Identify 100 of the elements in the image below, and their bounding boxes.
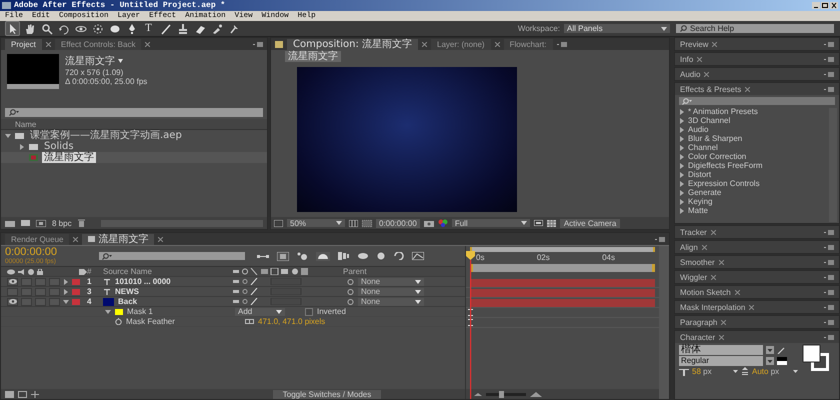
parent-dropdown[interactable]: None — [358, 278, 424, 286]
workspace-dropdown[interactable]: All Panels — [564, 24, 670, 33]
tool-button[interactable] — [6, 22, 19, 35]
panel-tab[interactable]: Audio — [680, 70, 700, 78]
panel-tab[interactable]: Character — [680, 332, 716, 342]
live-update-icon[interactable] — [277, 252, 289, 260]
tool-button[interactable] — [159, 22, 172, 35]
disclosure-triangle-icon[interactable] — [19, 144, 25, 150]
constrain-proportions-icon[interactable] — [245, 319, 254, 324]
shy-layers-icon[interactable] — [316, 252, 330, 260]
panel-tab[interactable]: Preview — [680, 40, 708, 48]
transfer-controls-icon[interactable] — [18, 390, 27, 398]
panel-menu-icon[interactable] — [824, 334, 834, 340]
resolution-dropdown[interactable]: Full — [452, 219, 530, 227]
effect-category[interactable]: Expression Controls — [679, 179, 827, 188]
panel-tab[interactable]: Wiggler — [680, 272, 708, 282]
audio-toggle[interactable] — [21, 298, 32, 306]
effect-category[interactable]: Blur & Sharpen — [679, 134, 827, 143]
effect-category[interactable]: Audio — [679, 125, 827, 134]
column-header[interactable]: # — [87, 267, 103, 276]
disclosure-triangle-icon[interactable] — [105, 308, 111, 314]
in-out-icon[interactable] — [31, 390, 39, 398]
tool-button[interactable] — [176, 22, 189, 35]
layer-name[interactable]: 101010 ... 0000 — [115, 277, 171, 286]
panel-tab[interactable]: Paragraph — [680, 318, 718, 326]
layer-name[interactable]: Back — [118, 297, 138, 306]
transparency-grid-icon[interactable] — [546, 220, 556, 226]
panel-menu-icon[interactable] — [824, 86, 834, 92]
disclosure-triangle-icon[interactable] — [63, 278, 69, 284]
column-header[interactable]: Name — [15, 120, 36, 128]
effects-search-field[interactable] — [679, 97, 835, 105]
panel-tab[interactable]: Tracker — [680, 228, 707, 236]
panel-menu-icon[interactable] — [824, 244, 834, 250]
effect-category[interactable]: Channel — [679, 143, 827, 152]
inverted-checkbox[interactable] — [305, 308, 313, 316]
composition-breadcrumb[interactable]: 流星雨文字 — [285, 50, 341, 62]
solo-toggle[interactable] — [35, 298, 46, 306]
panel-tab[interactable]: Info — [680, 54, 694, 64]
comp-mini-flowchart-icon[interactable] — [257, 252, 269, 260]
panel-tab[interactable]: Effect Controls: Back — [54, 38, 142, 50]
channels-icon[interactable] — [438, 219, 448, 227]
effect-category[interactable]: Color Correction — [679, 152, 827, 161]
region-of-interest-icon[interactable] — [534, 220, 543, 226]
panel-tab[interactable]: Composition: 流星雨文字 — [287, 38, 418, 50]
effect-category[interactable]: Matte — [679, 206, 827, 215]
panel-menu-icon[interactable] — [253, 42, 263, 46]
grid-icon[interactable] — [349, 220, 358, 226]
label-color-swatch[interactable] — [72, 288, 80, 294]
panel-tab[interactable]: Align — [680, 242, 698, 252]
effect-category[interactable]: * Animation Presets — [679, 107, 827, 116]
panel-menu-icon[interactable] — [824, 72, 834, 76]
panel-tab[interactable]: Render Queue — [5, 234, 70, 244]
vertical-scrollbar[interactable] — [659, 246, 669, 399]
effect-category[interactable]: Keying — [679, 197, 827, 206]
effect-category[interactable]: Distort — [679, 170, 827, 179]
current-time-field[interactable]: 0:00:00:00 — [376, 218, 420, 228]
camera-view-dropdown[interactable]: Active Camera — [560, 218, 620, 228]
panel-menu-icon[interactable] — [824, 304, 834, 310]
safe-zones-icon[interactable] — [274, 220, 283, 226]
panel-menu-icon[interactable] — [824, 230, 834, 234]
frame-blending-icon[interactable] — [338, 252, 349, 260]
project-item[interactable]: Solids — [1, 141, 267, 152]
stopwatch-icon[interactable] — [115, 318, 122, 325]
dropdown-arrow-icon[interactable] — [766, 356, 774, 364]
effect-category[interactable]: 3D Channel — [679, 116, 827, 125]
column-header[interactable]: Source Name — [103, 267, 233, 276]
mask-mode-dropdown[interactable]: Add — [235, 308, 285, 316]
visibility-toggle[interactable] — [7, 288, 18, 296]
font-style-dropdown[interactable]: Regular — [679, 356, 763, 366]
timecode-display[interactable]: 0:00:00:00 — [5, 247, 87, 258]
tool-button[interactable] — [40, 22, 53, 35]
panel-menu-icon[interactable] — [824, 260, 834, 264]
tool-button[interactable] — [91, 22, 104, 35]
font-family-dropdown[interactable]: 楷体 — [679, 344, 763, 354]
tool-button[interactable] — [23, 22, 36, 35]
label-color-swatch[interactable] — [72, 298, 80, 304]
lock-toggle[interactable] — [49, 298, 60, 306]
panel-tab[interactable]: Mask Interpolation — [680, 302, 746, 312]
trash-icon[interactable] — [78, 219, 85, 227]
panel-tab[interactable]: Project — [5, 38, 42, 50]
panel-menu-icon[interactable] — [824, 42, 834, 46]
leading-field[interactable]: Auto px — [752, 367, 790, 376]
audio-toggle[interactable] — [21, 278, 32, 286]
default-colors-icon[interactable] — [777, 356, 787, 364]
new-composition-icon[interactable] — [36, 220, 46, 226]
font-size-field[interactable]: 58 px — [692, 367, 730, 376]
bit-depth-button[interactable]: 8 bpc — [52, 218, 72, 228]
visibility-toggle[interactable] — [7, 278, 18, 286]
parent-dropdown[interactable]: None — [358, 298, 424, 306]
tool-button[interactable]: T — [142, 22, 155, 35]
brainstorm-icon[interactable] — [376, 252, 386, 260]
camera-icon[interactable] — [424, 220, 434, 226]
audio-toggle[interactable] — [21, 288, 32, 296]
label-color-swatch[interactable] — [72, 278, 80, 284]
panel-menu-icon[interactable] — [824, 320, 834, 324]
auto-keyframe-icon[interactable] — [394, 252, 404, 260]
motion-blur-icon[interactable] — [357, 252, 368, 260]
draft-3d-icon[interactable] — [297, 252, 308, 260]
zoom-slider-thumb[interactable] — [498, 390, 504, 398]
mask-visibility-icon[interactable] — [362, 220, 372, 226]
